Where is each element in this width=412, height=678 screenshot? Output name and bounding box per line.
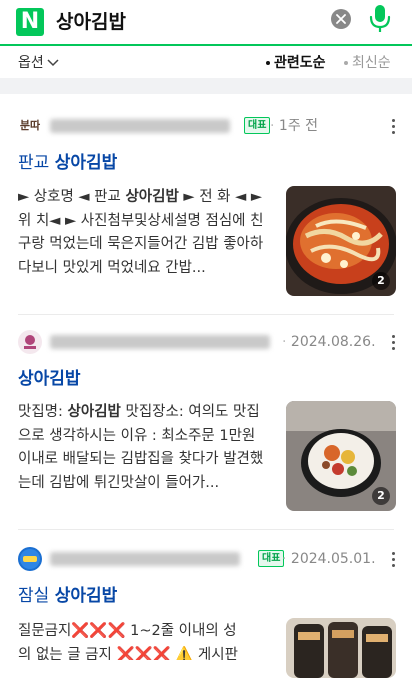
- chevron-down-icon: [47, 59, 59, 67]
- source-logo[interactable]: [18, 547, 42, 571]
- source-name-blurred[interactable]: [50, 119, 230, 133]
- result-thumbnail[interactable]: 2: [286, 186, 396, 296]
- clear-icon[interactable]: [331, 9, 351, 29]
- source-logo[interactable]: 분따: [18, 114, 42, 138]
- options-dropdown[interactable]: 옵션: [18, 54, 59, 72]
- list-item: 분따 대표 · 1주 전 판교 상아김밥 ► 상호명 ◄ 판교 상아김밥 ► 전…: [0, 94, 412, 314]
- image-count: 2: [372, 272, 390, 290]
- sort-relevance-label: 관련도순: [274, 55, 326, 71]
- sort-latest-label: 최신순: [352, 55, 391, 71]
- dot-icon: [344, 61, 348, 65]
- result-title[interactable]: 상아김밥: [18, 368, 81, 390]
- result-description[interactable]: 질문금지❌❌❌ 1~2줄 이내의 성 의 없는 글 금지 ❌❌❌ ⚠️ 게시판: [18, 620, 272, 660]
- sort-latest[interactable]: 최신순: [344, 54, 391, 72]
- search-query[interactable]: 상아김밥: [56, 10, 126, 34]
- official-badge: 대표: [258, 550, 285, 567]
- result-title[interactable]: 잠실 상아김밥: [18, 585, 117, 607]
- list-item: · 2024.08.26. 상아김밥 맛집명: 상아김밥 맛집장소: 여의도 맛…: [0, 315, 412, 529]
- more-icon[interactable]: [388, 551, 400, 569]
- result-title[interactable]: 판교 상아김밥: [18, 152, 117, 174]
- more-icon[interactable]: [388, 334, 400, 352]
- post-date: · 2024.08.26.: [282, 334, 376, 350]
- source-logo[interactable]: [18, 330, 42, 354]
- section-divider: [0, 78, 412, 94]
- result-description[interactable]: ► 상호명 ◄ 판교 상아김밥 ► 전 화 ◄ ► 위 치◄ ► 사진첨부및상세…: [18, 186, 272, 282]
- official-badge: 대표: [244, 117, 271, 134]
- sort-relevance[interactable]: 관련도순: [266, 54, 326, 72]
- result-thumbnail[interactable]: 2: [286, 401, 396, 511]
- mic-icon[interactable]: [368, 4, 392, 34]
- naver-logo[interactable]: N: [16, 8, 44, 36]
- result-description[interactable]: 맛집명: 상아김밥 맛집장소: 여의도 맛집으로 생각하시는 이유 : 최소주문…: [18, 401, 272, 497]
- options-label: 옵션: [18, 55, 44, 71]
- kimbap-image: [286, 618, 396, 678]
- post-date: · 1주 전: [270, 118, 319, 134]
- search-header: N 상아김밥: [0, 0, 412, 46]
- source-name-blurred[interactable]: [50, 335, 270, 349]
- result-thumbnail[interactable]: [286, 618, 396, 678]
- list-item: 대표 · 2024.05.01. 잠실 상아김밥 질문금지❌❌❌ 1~2줄 이내…: [0, 530, 412, 678]
- post-date: · 2024.05.01.: [282, 551, 376, 567]
- source-name-blurred[interactable]: [50, 552, 240, 566]
- image-count: 2: [372, 487, 390, 505]
- selected-dot-icon: [266, 61, 270, 65]
- filter-bar: 옵션 관련도순 최신순: [0, 46, 412, 78]
- more-icon[interactable]: [388, 118, 400, 136]
